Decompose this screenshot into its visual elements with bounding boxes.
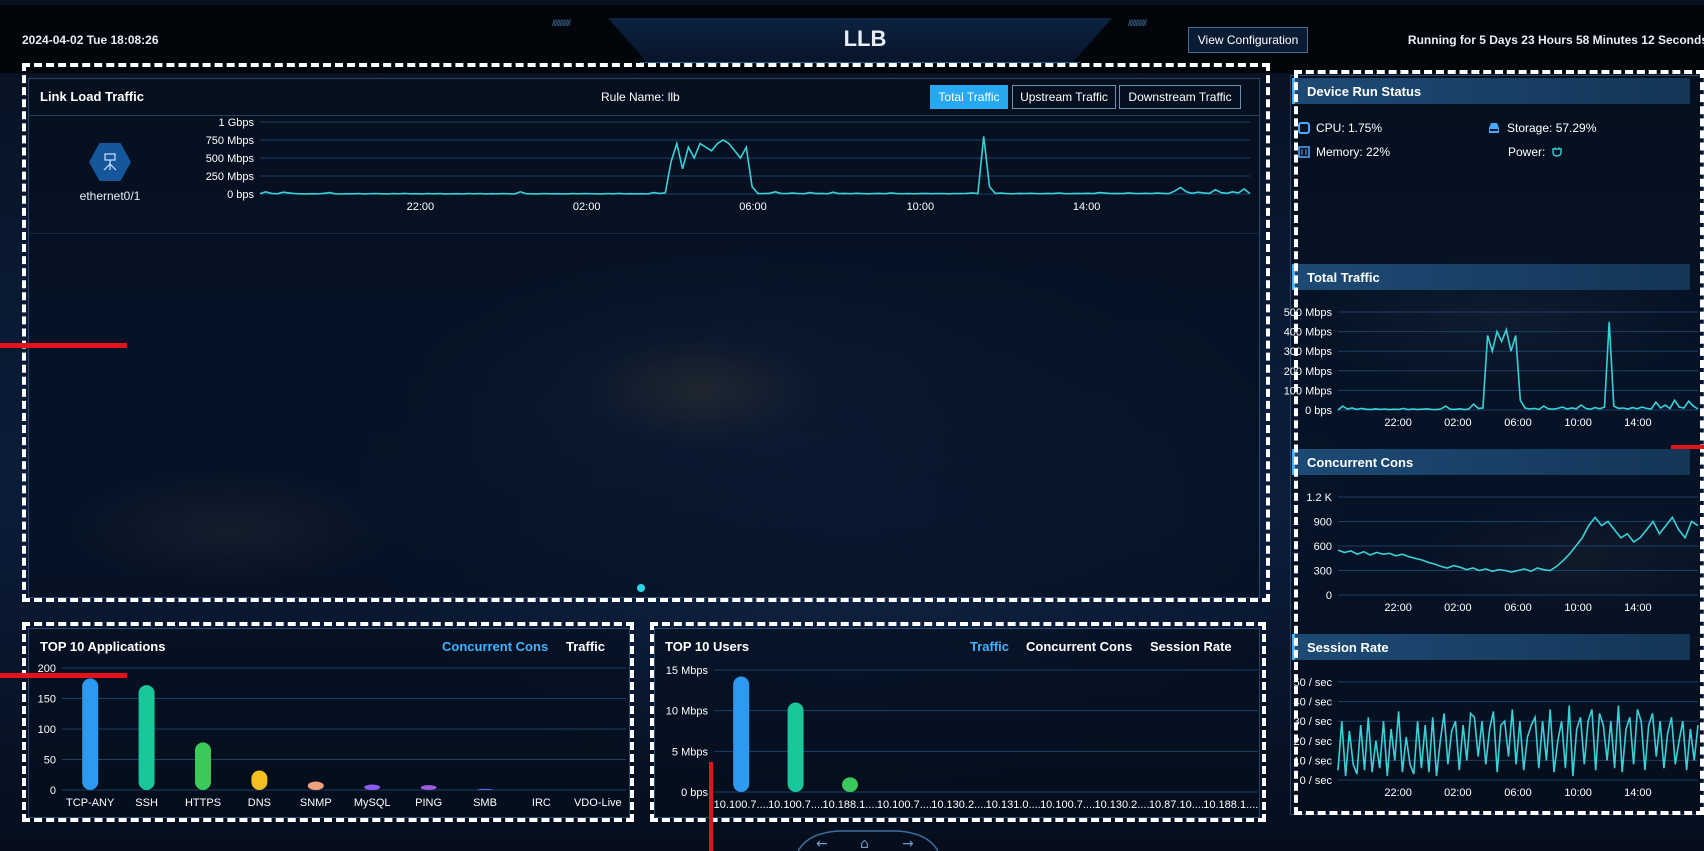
annotation-line xyxy=(709,762,713,851)
home-icon[interactable]: ⌂ xyxy=(860,836,869,851)
uptime-text: Running for 5 Days 23 Hours 58 Minutes 1… xyxy=(1407,33,1704,47)
annotation-line xyxy=(0,673,127,678)
arrow-right-icon[interactable]: → xyxy=(902,836,914,851)
highlight-box-top-users xyxy=(650,622,1266,822)
view-configuration-button[interactable]: View Configuration xyxy=(1188,27,1308,53)
highlight-box-top-apps xyxy=(22,622,634,822)
bottom-nav: ← ⌂ → xyxy=(798,830,938,851)
highlight-box-right-column xyxy=(1294,70,1704,815)
arrow-left-icon[interactable]: ← xyxy=(816,836,828,851)
highlight-box-link-load xyxy=(22,63,1270,602)
annotation-line xyxy=(1671,445,1704,449)
annotation-line xyxy=(0,343,127,348)
